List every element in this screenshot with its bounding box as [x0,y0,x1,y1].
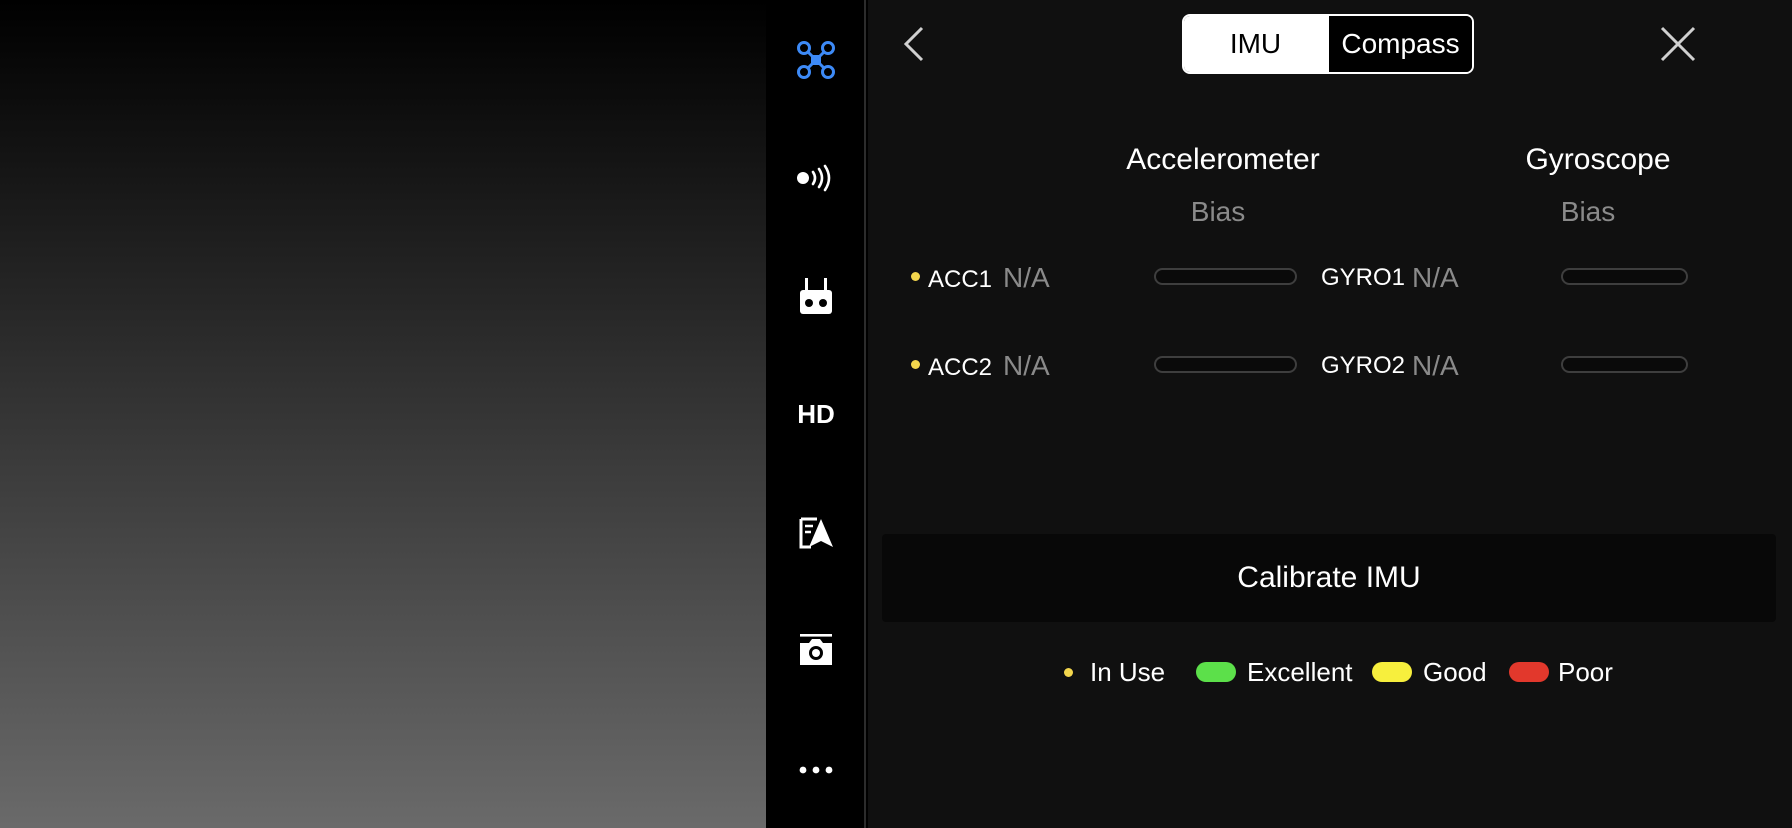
acc2-label: ACC2 [928,354,993,381]
legend-excellent-swatch [1196,662,1236,682]
legend-in-use-dot [1064,668,1073,677]
navigation-icon [799,517,833,549]
legend-excellent-label: Excellent [1247,657,1353,687]
sidebar-item-aircraft[interactable] [766,30,866,90]
camera-preview [0,0,766,828]
gyro2-label: GYRO2 [1321,352,1406,379]
close-button[interactable] [1656,22,1700,66]
close-icon [1660,26,1696,62]
camera-icon [800,634,832,665]
acc1-bias-bar [1154,268,1297,285]
gyro1-value: N/A [1412,262,1459,293]
accelerometer-title: Accelerometer [1126,143,1320,176]
legend-good-label: Good [1423,657,1487,687]
acc1-label: ACC1 [928,266,993,293]
acc1-value: N/A [1003,262,1050,293]
sidebar-item-more[interactable] [766,740,866,800]
sensor-tabs: IMU Compass [1182,14,1474,74]
signal-icon [797,164,831,192]
settings-sidebar: HD [766,0,866,828]
aircraft-icon [797,41,835,79]
gyro2-bias-bar [1561,356,1688,373]
sidebar-item-camera[interactable] [766,620,866,680]
legend-in-use-label: In Use [1090,657,1166,687]
legend-good-swatch [1372,662,1412,682]
back-button[interactable] [894,22,934,66]
more-icon [799,766,833,774]
in-use-dot [911,272,920,281]
gyro1-label: GYRO1 [1321,264,1406,291]
accelerometer-subtitle: Bias [1190,196,1246,227]
acc2-bias-bar [1154,356,1297,373]
gyro2-value: N/A [1412,350,1459,381]
calibrate-imu-button[interactable]: Calibrate IMU [882,534,1776,622]
gyroscope-title: Gyroscope [1525,143,1671,176]
gyro1-bias-bar [1561,268,1688,285]
acc2-value: N/A [1003,350,1050,381]
chevron-left-icon [903,26,924,62]
sidebar-item-hd[interactable]: HD [766,384,866,444]
in-use-dot [911,360,920,369]
gyroscope-subtitle: Bias [1560,196,1616,227]
tab-imu[interactable]: IMU [1184,16,1327,72]
legend-poor-swatch [1509,662,1549,682]
sidebar-item-remote-controller[interactable] [766,266,866,326]
legend: In Use Excellent Good Poor [868,652,1792,692]
remote-controller-icon [800,278,832,314]
hd-label: HD [797,398,835,429]
sidebar-item-navigation[interactable] [766,502,866,562]
legend-poor-label: Poor [1558,657,1613,687]
sidebar-item-signal[interactable] [766,148,866,208]
imu-panel: IMU Compass Accelerometer Bias Gyroscope… [868,0,1792,828]
tab-compass[interactable]: Compass [1327,16,1472,72]
